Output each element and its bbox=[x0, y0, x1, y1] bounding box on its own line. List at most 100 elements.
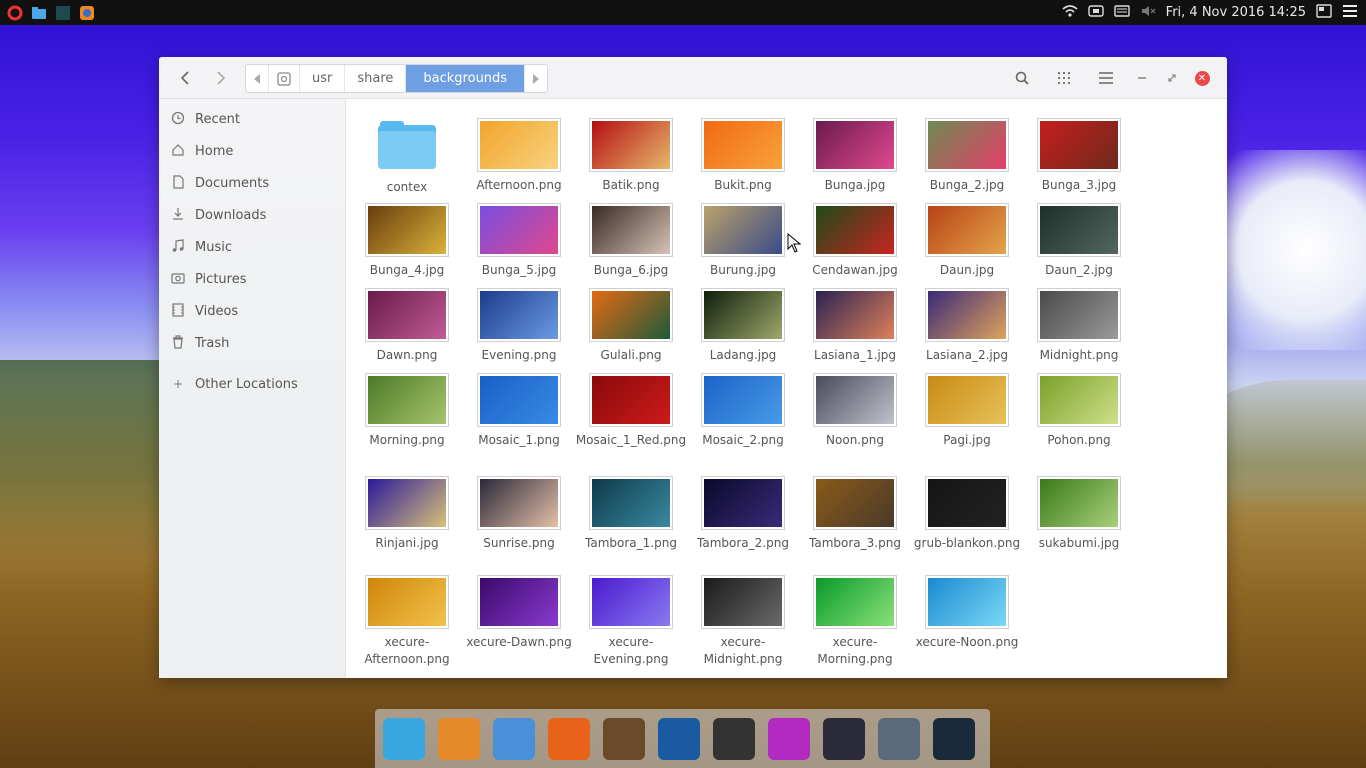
file-name: xecure-Noon.png bbox=[915, 635, 1019, 649]
file-name: Bunga_5.jpg bbox=[481, 263, 557, 277]
appstore-icon[interactable] bbox=[383, 717, 425, 760]
file-item[interactable]: Cendawan.jpg bbox=[799, 204, 911, 279]
inkscape-icon[interactable] bbox=[658, 717, 700, 760]
maximize-icon bbox=[1168, 74, 1176, 82]
settings-icon[interactable] bbox=[878, 717, 920, 760]
file-item[interactable]: xecure-Midnight.png bbox=[687, 576, 799, 668]
file-item[interactable]: Afternoon.png bbox=[463, 119, 575, 194]
path-segment-share[interactable]: share bbox=[345, 65, 407, 92]
sidebar-item-downloads[interactable]: Downloads bbox=[159, 199, 345, 231]
folder-icon bbox=[378, 121, 436, 169]
file-item[interactable]: Gulali.png bbox=[575, 289, 687, 364]
sidebar-item-documents[interactable]: Documents bbox=[159, 167, 345, 199]
wifi-icon[interactable] bbox=[1062, 4, 1078, 22]
sidebar-item-music[interactable]: Music bbox=[159, 231, 345, 263]
file-item[interactable]: Mosaic_1_Red.png bbox=[575, 374, 687, 449]
file-item[interactable]: Pagi.jpg bbox=[911, 374, 1023, 449]
file-item[interactable]: Mosaic_1.png bbox=[463, 374, 575, 449]
file-item[interactable]: Bunga.jpg bbox=[799, 119, 911, 194]
terminal-icon[interactable] bbox=[54, 4, 72, 22]
file-item[interactable]: Tambora_2.png bbox=[687, 477, 799, 552]
folder-item[interactable]: contex bbox=[351, 119, 463, 196]
close-button[interactable]: ✕ bbox=[1187, 63, 1217, 93]
firefox-icon[interactable] bbox=[78, 4, 96, 22]
forward-button[interactable] bbox=[203, 64, 239, 92]
file-name: Tambora_1.png bbox=[585, 536, 677, 550]
path-root-button[interactable] bbox=[269, 65, 300, 92]
file-item[interactable]: Bunga_5.jpg bbox=[463, 204, 575, 279]
maximize-button[interactable] bbox=[1157, 63, 1187, 93]
path-segment-backgrounds[interactable]: backgrounds bbox=[406, 65, 526, 92]
document-icon bbox=[171, 174, 185, 192]
file-item[interactable]: Daun_2.jpg bbox=[1023, 204, 1135, 279]
calculator-icon[interactable] bbox=[438, 717, 480, 760]
file-name: Daun_2.jpg bbox=[1045, 263, 1113, 277]
file-item[interactable]: Midnight.png bbox=[1023, 289, 1135, 364]
file-item[interactable]: sukabumi.jpg bbox=[1023, 477, 1135, 552]
panel-launchers bbox=[0, 4, 96, 22]
file-item[interactable]: Daun.jpg bbox=[911, 204, 1023, 279]
file-item[interactable]: Evening.png bbox=[463, 289, 575, 364]
image-thumbnail bbox=[814, 576, 896, 628]
file-manager-icon[interactable] bbox=[493, 717, 535, 760]
file-item[interactable]: Pohon.png bbox=[1023, 374, 1135, 449]
menu-icon[interactable] bbox=[1342, 4, 1358, 22]
file-item[interactable]: xecure-Morning.png bbox=[799, 576, 911, 668]
clock-datetime[interactable]: Fri, 4 Nov 2016 14:25 bbox=[1166, 5, 1306, 20]
file-item[interactable]: grub-blankon.png bbox=[911, 477, 1023, 552]
back-button[interactable] bbox=[167, 64, 203, 92]
file-item[interactable]: Tambora_3.png bbox=[799, 477, 911, 552]
sidebar-item-pictures[interactable]: Pictures bbox=[159, 263, 345, 295]
file-item[interactable]: Mosaic_2.png bbox=[687, 374, 799, 449]
image-thumbnail bbox=[590, 204, 672, 256]
sidebar-item-other-locations[interactable]: + Other Locations bbox=[159, 368, 345, 400]
file-item[interactable]: Bunga_2.jpg bbox=[911, 119, 1023, 194]
file-name: Daun.jpg bbox=[939, 263, 995, 277]
path-segment-usr[interactable]: usr bbox=[300, 65, 346, 92]
file-item[interactable]: Ladang.jpg bbox=[687, 289, 799, 364]
libreoffice-icon[interactable] bbox=[713, 717, 755, 760]
file-item[interactable]: Bunga_6.jpg bbox=[575, 204, 687, 279]
sidebar-item-home[interactable]: Home bbox=[159, 135, 345, 167]
file-item[interactable]: xecure-Dawn.png bbox=[463, 576, 575, 651]
file-item[interactable]: Bukit.png bbox=[687, 119, 799, 194]
file-item[interactable]: Burung.jpg bbox=[687, 204, 799, 279]
dock bbox=[375, 709, 990, 768]
file-item[interactable]: Sunrise.png bbox=[463, 477, 575, 552]
file-item[interactable]: Tambora_1.png bbox=[575, 477, 687, 552]
file-item[interactable]: Noon.png bbox=[799, 374, 911, 449]
file-item[interactable]: Lasiana_1.jpg bbox=[799, 289, 911, 364]
sidebar-item-videos[interactable]: Videos bbox=[159, 295, 345, 327]
chat-icon[interactable] bbox=[768, 717, 810, 760]
menu-button[interactable] bbox=[1085, 63, 1127, 93]
terminal-icon[interactable] bbox=[933, 717, 975, 760]
network-icon[interactable] bbox=[1087, 4, 1104, 22]
path-scroll-right-button[interactable] bbox=[525, 65, 547, 92]
grid-view-button[interactable] bbox=[1043, 63, 1085, 93]
keyboard-icon[interactable] bbox=[1113, 4, 1130, 22]
minimize-button[interactable] bbox=[1127, 63, 1157, 93]
search-button[interactable] bbox=[1001, 63, 1043, 93]
file-item[interactable]: xecure-Evening.png bbox=[575, 576, 687, 668]
file-item[interactable]: Batik.png bbox=[575, 119, 687, 194]
image-thumbnail bbox=[814, 289, 896, 341]
files-icon[interactable] bbox=[30, 4, 48, 22]
gimp-icon[interactable] bbox=[603, 717, 645, 760]
file-item[interactable]: xecure-Noon.png bbox=[911, 576, 1023, 651]
webcam-icon[interactable] bbox=[823, 717, 865, 760]
display-icon[interactable] bbox=[1316, 3, 1332, 22]
file-item[interactable]: xecure-Afternoon.png bbox=[351, 576, 463, 668]
path-scroll-left-button[interactable] bbox=[246, 65, 269, 92]
firefox-icon[interactable] bbox=[548, 717, 590, 760]
file-item[interactable]: Morning.png bbox=[351, 374, 463, 449]
image-thumbnail bbox=[926, 576, 1008, 628]
file-item[interactable]: Bunga_3.jpg bbox=[1023, 119, 1135, 194]
file-item[interactable]: Rinjani.jpg bbox=[351, 477, 463, 552]
volume-muted-icon[interactable] bbox=[1140, 4, 1156, 22]
file-item[interactable]: Bunga_4.jpg bbox=[351, 204, 463, 279]
file-item[interactable]: Dawn.png bbox=[351, 289, 463, 364]
file-item[interactable]: Lasiana_2.jpg bbox=[911, 289, 1023, 364]
opera-icon[interactable] bbox=[6, 4, 24, 22]
sidebar-item-recent[interactable]: Recent bbox=[159, 103, 345, 135]
sidebar-item-trash[interactable]: Trash bbox=[159, 327, 345, 359]
